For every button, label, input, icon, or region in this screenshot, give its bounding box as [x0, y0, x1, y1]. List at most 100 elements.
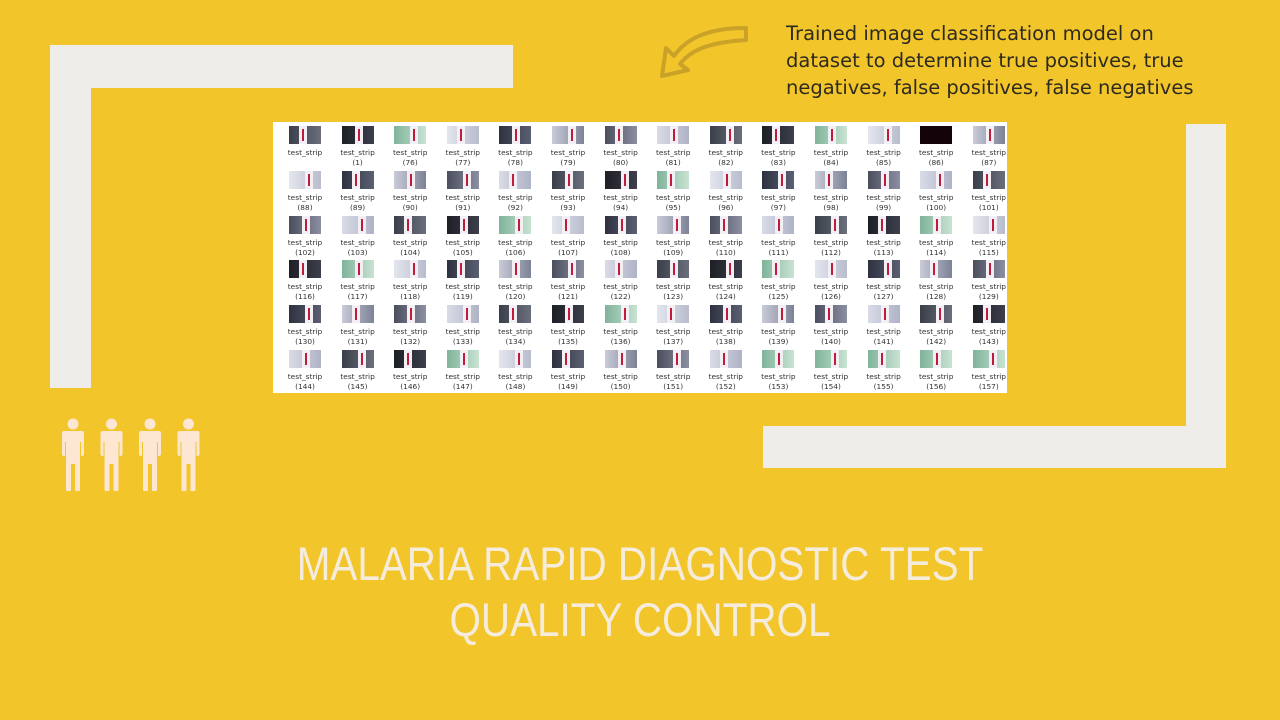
image-tile[interactable]: test_strip (112) — [805, 214, 857, 259]
image-tile[interactable]: test_strip (156) — [910, 348, 962, 393]
image-tile[interactable]: test_strip (1) — [332, 124, 384, 169]
image-tile[interactable]: test_strip (122) — [595, 258, 647, 303]
image-tile[interactable]: test_strip (133) — [437, 303, 489, 348]
thumbnail-image — [499, 350, 532, 368]
image-tile[interactable]: test_strip (121) — [542, 258, 594, 303]
image-tile[interactable]: test_strip (132) — [384, 303, 436, 348]
tile-filename: test_strip — [918, 327, 954, 337]
image-tile[interactable]: test_strip (139) — [752, 303, 804, 348]
thumbnail-image — [341, 170, 374, 189]
image-tile[interactable]: test_strip (80) — [595, 124, 647, 169]
image-tile[interactable]: test_strip (93) — [542, 169, 594, 214]
image-tile[interactable]: test_strip (117) — [332, 258, 384, 303]
image-tile[interactable]: test_strip (119) — [437, 258, 489, 303]
image-tile[interactable]: test_strip (96) — [700, 169, 752, 214]
thumbnail-image — [709, 170, 742, 189]
image-tile[interactable]: test_strip (78) — [489, 124, 541, 169]
image-tile[interactable]: test_strip (87) — [963, 124, 1007, 169]
image-tile[interactable]: test_strip (115) — [963, 214, 1007, 259]
image-tile[interactable]: test_strip (88) — [279, 169, 331, 214]
image-tile[interactable]: test_strip (126) — [805, 258, 857, 303]
image-tile[interactable]: test_strip (81) — [647, 124, 699, 169]
image-tile[interactable]: test_strip (107) — [542, 214, 594, 259]
image-tile[interactable]: test_strip (148) — [489, 348, 541, 393]
image-tile[interactable]: test_strip (140) — [805, 303, 857, 348]
image-tile[interactable]: test_strip (155) — [858, 348, 910, 393]
image-tile[interactable]: test_strip (110) — [700, 214, 752, 259]
image-tile[interactable]: test_strip (86) — [910, 124, 962, 169]
image-tile[interactable]: test_strip (111) — [752, 214, 804, 259]
image-tile[interactable]: test_strip (77) — [437, 124, 489, 169]
image-tile[interactable]: test_strip (146) — [384, 348, 436, 393]
image-tile[interactable]: test_strip (106) — [489, 214, 541, 259]
image-tile[interactable]: test_strip (103) — [332, 214, 384, 259]
image-tile[interactable]: test_strip (150) — [595, 348, 647, 393]
image-tile[interactable]: test_strip (99) — [858, 169, 910, 214]
tile-filename: test_strip — [918, 192, 954, 202]
image-tile[interactable]: test_strip (85) — [858, 124, 910, 169]
image-tile[interactable]: test_strip (91) — [437, 169, 489, 214]
tile-filename: test_strip — [918, 148, 954, 157]
image-tile[interactable]: test_strip (102) — [279, 214, 331, 259]
image-tile[interactable]: test_strip (134) — [489, 303, 541, 348]
image-tile[interactable]: test_strip (79) — [542, 124, 594, 169]
image-tile[interactable]: test_strip (129) — [963, 258, 1007, 303]
image-tile[interactable]: test_strip (116) — [279, 258, 331, 303]
image-tile[interactable]: test_strip (97) — [752, 169, 804, 214]
image-tile[interactable]: test_strip (113) — [858, 214, 910, 259]
image-tile[interactable]: test_strip (128) — [910, 258, 962, 303]
image-tile[interactable]: test_strip (147) — [437, 348, 489, 393]
image-tile[interactable]: test_strip (108) — [595, 214, 647, 259]
image-tile[interactable]: test_strip (142) — [910, 303, 962, 348]
image-tile[interactable]: test_strip (109) — [647, 214, 699, 259]
image-tile[interactable]: test_strip — [279, 124, 331, 169]
image-tile[interactable]: test_strip (135) — [542, 303, 594, 348]
image-tile[interactable]: test_strip (76) — [384, 124, 436, 169]
tile-filename: test_strip — [445, 148, 480, 157]
image-tile[interactable]: test_strip (118) — [384, 258, 436, 303]
image-tile[interactable]: test_strip (101) — [963, 169, 1007, 214]
thumbnail-image — [604, 126, 637, 144]
image-tile[interactable]: test_strip (153) — [752, 348, 804, 393]
image-tile[interactable]: test_strip (137) — [647, 303, 699, 348]
image-tile[interactable]: test_strip (145) — [332, 348, 384, 393]
image-tile[interactable]: test_strip (84) — [805, 124, 857, 169]
image-tile[interactable]: test_strip (125) — [752, 258, 804, 303]
image-tile[interactable]: test_strip (149) — [542, 348, 594, 393]
image-tile[interactable]: test_strip (98) — [805, 169, 857, 214]
image-tile[interactable]: test_strip (138) — [700, 303, 752, 348]
image-tile[interactable]: test_strip (130) — [279, 303, 331, 348]
tile-filename: test_strip — [655, 192, 691, 202]
image-tile[interactable]: test_strip (114) — [910, 214, 962, 259]
image-tile[interactable]: test_strip (83) — [752, 124, 804, 169]
image-tile[interactable]: test_strip (104) — [384, 214, 436, 259]
image-tile[interactable]: test_strip (144) — [279, 348, 331, 393]
image-tile[interactable]: test_strip (90) — [384, 169, 436, 214]
tile-number: (109) — [663, 247, 684, 257]
image-tile[interactable]: test_strip (124) — [700, 258, 752, 303]
image-tile[interactable]: test_strip (154) — [805, 348, 857, 393]
tile-number: (131) — [347, 337, 368, 347]
image-tile[interactable]: test_strip (92) — [489, 169, 541, 214]
image-tile[interactable]: test_strip (152) — [700, 348, 752, 393]
image-tile[interactable]: test_strip (136) — [595, 303, 647, 348]
tile-number: (135) — [558, 337, 578, 347]
image-tile[interactable]: test_strip (131) — [332, 303, 384, 348]
image-tile[interactable]: test_strip (157) — [963, 348, 1007, 393]
image-tile[interactable]: test_strip (151) — [647, 348, 699, 393]
image-tile[interactable]: test_strip (100) — [910, 169, 962, 214]
image-tile[interactable]: test_strip (95) — [647, 169, 699, 214]
image-tile[interactable]: test_strip (120) — [489, 258, 541, 303]
tile-filename: test_strip — [392, 372, 428, 381]
thumbnail-image — [341, 215, 374, 234]
image-tile[interactable]: test_strip (94) — [595, 169, 647, 214]
image-tile[interactable]: test_strip (89) — [332, 169, 384, 214]
image-tile[interactable]: test_strip (127) — [858, 258, 910, 303]
image-tile[interactable]: test_strip (143) — [963, 303, 1007, 348]
tile-filename: test_strip — [971, 372, 1006, 381]
image-tile[interactable]: test_strip (123) — [647, 258, 699, 303]
image-tile[interactable]: test_strip (105) — [437, 214, 489, 259]
image-tile[interactable]: test_strip (141) — [858, 303, 910, 348]
thumbnail-image — [289, 260, 321, 279]
image-tile[interactable]: test_strip (82) — [700, 124, 752, 169]
